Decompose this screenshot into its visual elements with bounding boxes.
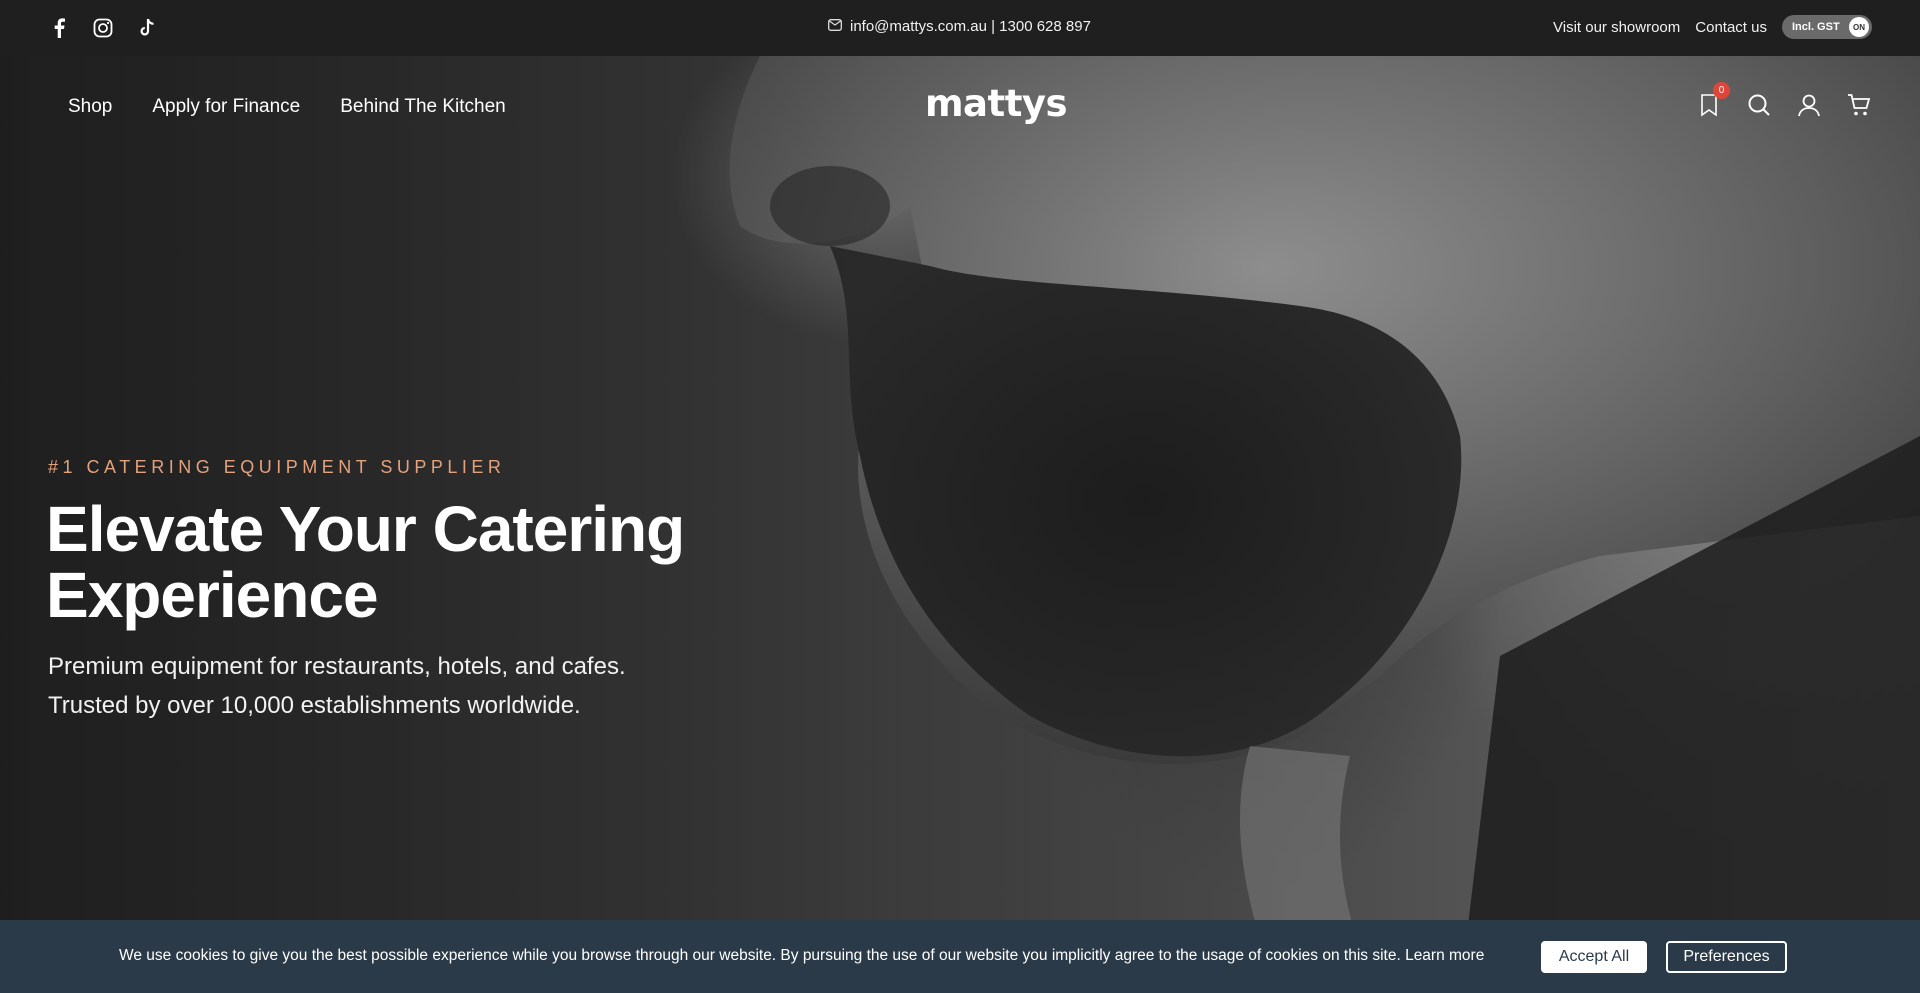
cart-icon[interactable] <box>1846 92 1872 118</box>
main-nav: Shop Apply for Finance Behind The Kitche… <box>68 96 506 118</box>
logo[interactable]: mattys <box>925 82 1068 125</box>
hero-headline: Elevate Your Catering Experience <box>46 493 685 631</box>
facebook-icon[interactable] <box>48 16 70 40</box>
nav-behind-the-kitchen[interactable]: Behind The Kitchen <box>340 96 506 118</box>
top-utility-bar: info@mattys.com.au | 1300 628 897 Visit … <box>0 0 1920 56</box>
mail-icon <box>828 18 842 35</box>
cookie-banner: We use cookies to give you the best poss… <box>0 920 1920 993</box>
contact-info: info@mattys.com.au | 1300 628 897 <box>828 18 1091 35</box>
nav-apply-for-finance[interactable]: Apply for Finance <box>152 96 300 118</box>
tiktok-icon[interactable] <box>136 16 158 40</box>
wishlist-count-badge: 0 <box>1713 82 1730 99</box>
bookmark-icon[interactable]: 0 <box>1696 82 1730 118</box>
contact-text[interactable]: info@mattys.com.au | 1300 628 897 <box>850 18 1091 35</box>
header-icons: 0 <box>1696 82 1872 118</box>
social-links <box>48 16 158 40</box>
search-icon[interactable] <box>1746 92 1772 118</box>
gst-toggle-label: Incl. GST <box>1792 21 1840 33</box>
instagram-icon[interactable] <box>92 16 114 40</box>
contact-link[interactable]: Contact us <box>1695 19 1767 36</box>
gst-toggle-knob: ON <box>1849 17 1869 37</box>
nav-shop[interactable]: Shop <box>68 96 112 118</box>
preferences-button[interactable]: Preferences <box>1666 941 1787 973</box>
showroom-link[interactable]: Visit our showroom <box>1553 19 1680 36</box>
account-icon[interactable] <box>1796 92 1822 118</box>
hero-eyebrow: #1 CATERING EQUIPMENT SUPPLIER <box>48 457 506 477</box>
top-links: Visit our showroom Contact us Incl. GST … <box>1553 15 1872 39</box>
hero-subline: Premium equipment for restaurants, hotel… <box>48 653 626 719</box>
hero-banner: Shop Apply for Finance Behind The Kitche… <box>0 56 1920 993</box>
gst-toggle[interactable]: Incl. GST ON <box>1782 15 1872 39</box>
accept-all-button[interactable]: Accept All <box>1541 941 1647 973</box>
cookie-message: We use cookies to give you the best poss… <box>119 947 1485 964</box>
